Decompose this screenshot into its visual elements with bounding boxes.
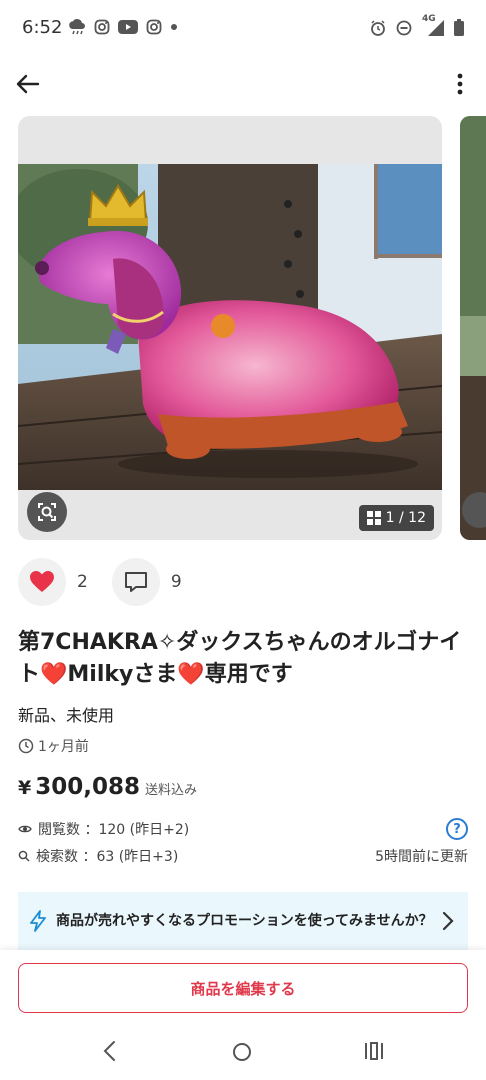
product-image-carousel[interactable]: 1 / 12 <box>18 116 442 540</box>
heart-icon <box>30 571 54 592</box>
do-not-disturb-icon <box>396 20 412 35</box>
instagram-icon <box>146 19 162 35</box>
posted-time: 1ヶ月前 <box>18 736 89 756</box>
image-search-icon[interactable] <box>27 492 67 532</box>
help-icon[interactable]: ? <box>446 818 468 840</box>
grid-icon <box>366 511 381 525</box>
edit-item-button[interactable]: 商品を編集する <box>18 963 468 1013</box>
price: ¥ 300,088 送料込み <box>18 774 197 800</box>
price-value: 300,088 <box>35 774 140 800</box>
bottom-action-bar: 商品を編集する <box>0 950 486 1022</box>
signal-icon: 4G <box>422 14 444 36</box>
updated-time: 5時間前に更新 <box>375 849 468 865</box>
search-stat-text: 検索数 ：63 (昨日+3) <box>36 849 179 865</box>
comment-icon <box>124 572 147 592</box>
posted-time-text: 1ヶ月前 <box>38 739 89 755</box>
eye-icon <box>18 825 32 833</box>
next-photo[interactable] <box>460 116 486 540</box>
cloud-rain-icon <box>69 19 85 35</box>
system-icons: 4G <box>370 14 464 36</box>
image-counter-text: 1 / 12 <box>385 510 426 526</box>
product-photo[interactable] <box>18 164 442 490</box>
item-actions: 2 9 <box>18 558 206 606</box>
promotion-text: 商品が売れやすくなるプロモーションを使ってみませんか？ <box>56 913 433 929</box>
comment-button[interactable] <box>111 558 160 606</box>
view-stat: 閲覧数 ：120 (昨日+2) <box>18 819 189 839</box>
chevron-right-icon <box>442 911 454 931</box>
notification-icons <box>68 19 178 35</box>
image-counter: 1 / 12 <box>358 505 434 531</box>
search-icon <box>18 850 30 862</box>
like-button[interactable] <box>18 558 66 606</box>
nav-recents-icon[interactable] <box>364 1042 384 1060</box>
system-navigation-bar <box>0 1022 486 1080</box>
promotion-banner[interactable]: 商品が売れやすくなるプロモーションを使ってみませんか？ <box>18 892 468 950</box>
lightning-icon <box>30 910 46 932</box>
next-image-preview[interactable] <box>460 116 486 540</box>
view-stat-text: 閲覧数 ：120 (昨日+2) <box>38 822 190 838</box>
clock-icon <box>18 738 34 754</box>
item-title: 第7CHAKRA✧ダックスちゃんのオルゴナイト❤️Milkyさま❤️専用です <box>18 630 462 687</box>
currency-symbol: ¥ <box>18 777 32 799</box>
search-stat: 検索数 ：63 (昨日+3) <box>18 846 178 866</box>
status-bar: 6:52 4G <box>0 0 486 58</box>
shipping-info: 送料込み <box>145 783 198 798</box>
nav-back-icon[interactable] <box>100 1040 120 1062</box>
more-vert-icon[interactable] <box>450 70 470 98</box>
app-bar <box>0 58 486 110</box>
alarm-icon <box>371 19 385 36</box>
arrow-left-icon[interactable] <box>14 70 42 98</box>
dot-icon <box>171 24 177 30</box>
youtube-icon <box>118 20 138 34</box>
status-time: 6:52 <box>22 17 63 38</box>
like-count: 2 <box>77 572 88 592</box>
instagram-icon <box>94 19 110 35</box>
nav-home-icon[interactable] <box>232 1042 252 1062</box>
battery-icon <box>454 19 464 36</box>
comment-count: 9 <box>170 572 182 592</box>
item-condition: 新品、未使用 <box>18 706 115 725</box>
